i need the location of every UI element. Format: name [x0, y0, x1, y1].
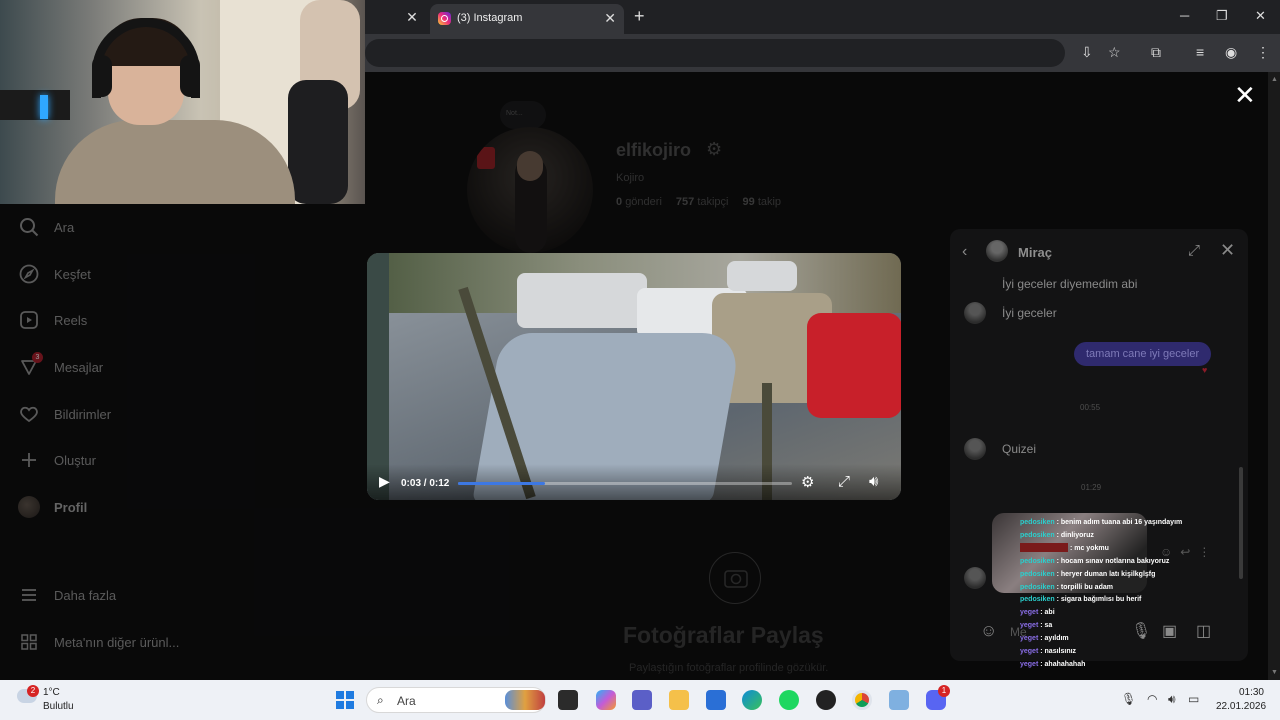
- chrome-icon[interactable]: [852, 690, 872, 710]
- search-highlight-image: [505, 690, 545, 710]
- task-view-icon[interactable]: [558, 690, 578, 710]
- stream-chat-line: pedosiken : dinliyoruz: [1020, 531, 1094, 539]
- chat-contact-name[interactable]: Miraç: [1018, 245, 1052, 260]
- battery-icon[interactable]: ▭: [1188, 692, 1199, 706]
- stream-chat-line: pedosiken : sigara bağımlısı bu herif: [1020, 596, 1142, 604]
- chat-message-outgoing: tamam cane iyi geceler: [1074, 342, 1212, 366]
- wifi-icon[interactable]: ◠: [1147, 692, 1157, 706]
- chat-message: Quizei: [1002, 442, 1037, 456]
- chat-message: İyi geceler: [1002, 306, 1057, 320]
- avatar[interactable]: [964, 567, 986, 589]
- minimize-button[interactable]: ─: [1180, 8, 1189, 23]
- stream-chat-line: pedosiken : hocam sınav notlarına bakıyo…: [1020, 557, 1170, 565]
- page-scrollbar[interactable]: ▲ ▼: [1268, 72, 1280, 680]
- app-icon[interactable]: [889, 690, 909, 710]
- stream-chat-line: pedosiken : heryer duman latı kişilkglşf…: [1020, 570, 1156, 578]
- reaction-heart-icon: ♥: [1202, 365, 1208, 375]
- clock-date: 22.01.2026: [1216, 701, 1267, 712]
- video-progress-fill: [458, 482, 545, 485]
- microphone-icon[interactable]: 🎙︎: [1121, 692, 1136, 706]
- weather-desc: Bulutlu: [43, 701, 74, 712]
- back-arrow-icon[interactable]: ‹: [962, 243, 967, 261]
- stream-chat-line: : mc yokmu: [1020, 543, 1220, 556]
- stream-chat-line: yeget : sa: [1020, 622, 1053, 630]
- system-clock[interactable]: 01:30 22.01.2026: [1216, 687, 1267, 712]
- search-icon: ⌕: [377, 693, 384, 707]
- edge-icon[interactable]: [742, 690, 762, 710]
- fullscreen-icon[interactable]: ⤢: [838, 473, 850, 490]
- webcam-overlay: [0, 0, 365, 204]
- chat-scrollbar[interactable]: [1238, 277, 1244, 597]
- file-explorer-icon[interactable]: [669, 690, 689, 710]
- taskbar-search[interactable]: ⌕ Ara: [366, 687, 546, 713]
- stream-chat-line: pedosiken : torpilli bu adam: [1020, 583, 1113, 591]
- profile-icon[interactable]: ◉: [1225, 44, 1237, 61]
- tab-instagram[interactable]: (3) Instagram ✕: [430, 4, 624, 34]
- discord-icon[interactable]: 1: [926, 685, 950, 710]
- stream-chat-line: yeget : ayıldım: [1020, 635, 1069, 643]
- install-app-icon[interactable]: ⇩: [1081, 44, 1093, 61]
- volume-icon[interactable]: 🔊︎: [1168, 692, 1176, 707]
- start-button[interactable]: [336, 691, 354, 709]
- video-time: 0:03 / 0:12: [401, 478, 450, 489]
- instagram-icon: [438, 12, 451, 25]
- search-placeholder: Ara: [397, 694, 416, 708]
- video-progress-bar[interactable]: [458, 482, 792, 485]
- expand-icon[interactable]: ⤢: [1188, 242, 1200, 259]
- new-tab-button[interactable]: +: [634, 6, 645, 27]
- store-icon[interactable]: [706, 690, 726, 710]
- chat-message: İyi geceler diyemedim abi: [1002, 277, 1138, 291]
- stream-chat-line: yeget : ahahahahah: [1020, 660, 1086, 668]
- stream-chat-overlay: pedosiken : benim adım tuana abi 16 yaşı…: [1020, 517, 1220, 672]
- bookmark-star-icon[interactable]: ☆: [1108, 44, 1121, 61]
- avatar[interactable]: [964, 438, 986, 460]
- stream-chat-line: yeget : nasılsınız: [1020, 648, 1077, 656]
- emoji-icon[interactable]: ☺: [980, 621, 997, 641]
- weather-temp: 1°C: [43, 687, 60, 698]
- tab-title: (3) Instagram: [457, 12, 523, 24]
- tab-close-icon[interactable]: ✕: [604, 10, 616, 27]
- video-player[interactable]: ▶ 0:03 / 0:12 ⚙ ⤢ 🔊︎: [367, 253, 901, 500]
- avatar[interactable]: [986, 240, 1008, 262]
- chat-timestamp: 01:29: [1081, 483, 1102, 492]
- weather-badge: 2: [27, 685, 39, 697]
- close-icon[interactable]: ✕: [404, 9, 420, 25]
- stream-chat-line: pedosiken : benim adım tuana abi 16 yaşı…: [1020, 519, 1183, 526]
- chat-timestamp: 00:55: [1080, 403, 1101, 412]
- volume-icon[interactable]: 🔊︎: [869, 473, 878, 490]
- close-icon[interactable]: ✕: [1220, 240, 1235, 261]
- address-bar[interactable]: [365, 39, 1065, 67]
- settings-gear-icon[interactable]: ⚙: [801, 473, 814, 491]
- window-close-button[interactable]: ✕: [1255, 8, 1266, 24]
- spotify-icon[interactable]: [779, 690, 799, 710]
- teams-icon[interactable]: [632, 690, 652, 710]
- play-icon[interactable]: ▶: [379, 473, 390, 490]
- modal-close-button[interactable]: ✕: [1234, 82, 1256, 108]
- windows-taskbar: 2 1°C Bulutlu ⌕ Ara 1 🎙︎ ◠ 🔊︎ ▭ 01:30 22…: [0, 680, 1280, 720]
- copilot-icon[interactable]: [596, 690, 616, 710]
- stream-chat-line: yeget : abi: [1020, 609, 1055, 617]
- menu-dots-icon[interactable]: ⋮: [1256, 44, 1270, 61]
- obs-icon[interactable]: [816, 690, 836, 710]
- restore-button[interactable]: ❐: [1216, 8, 1228, 24]
- extensions-icon[interactable]: ⧉: [1151, 44, 1161, 61]
- clock-time: 01:30: [1238, 687, 1264, 698]
- media-control-icon[interactable]: ≡: [1196, 44, 1204, 60]
- avatar[interactable]: [964, 302, 986, 324]
- discord-badge: 1: [938, 685, 950, 697]
- screen: ✕ (3) Instagram ✕ + ─ ❐ ✕ ⇩ ☆ ⧉ ≡ ◉ ⋮ Ar…: [0, 0, 1280, 720]
